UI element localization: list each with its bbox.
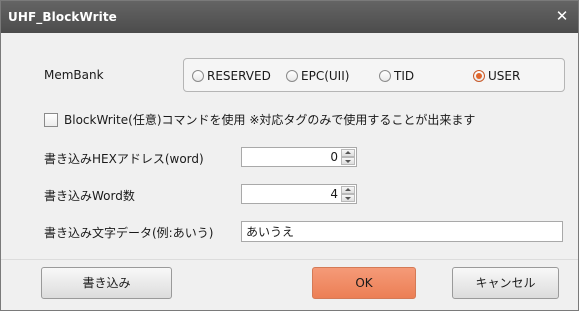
radio-user[interactable]: USER bbox=[473, 68, 520, 84]
membank-label: MemBank bbox=[44, 68, 104, 82]
radio-circle-icon bbox=[286, 70, 298, 82]
blockwrite-checkbox[interactable]: BlockWrite(任意)コマンドを使用 ※対応タグのみで使用することが出来ま… bbox=[44, 111, 475, 128]
write-button[interactable]: 書き込み bbox=[41, 267, 172, 299]
radio-circle-icon bbox=[379, 70, 391, 82]
radio-selected-icon bbox=[473, 70, 485, 82]
radio-reserved-label: RESERVED bbox=[207, 69, 271, 83]
chevron-up-icon bbox=[345, 188, 351, 191]
checkbox-icon[interactable] bbox=[44, 112, 58, 127]
membank-radio-group: RESERVED EPC(UII) TID USER bbox=[183, 58, 565, 92]
word-count-value[interactable]: 4 bbox=[330, 187, 338, 201]
hex-address-label: 書き込みHEXアドレス(word) bbox=[44, 152, 204, 166]
radio-user-label: USER bbox=[488, 69, 521, 83]
decrement-button[interactable] bbox=[341, 157, 355, 165]
increment-button[interactable] bbox=[341, 186, 355, 194]
word-count-spin-buttons bbox=[341, 186, 355, 202]
increment-button[interactable] bbox=[341, 149, 355, 157]
hex-address-spin-buttons bbox=[341, 149, 355, 165]
blockwrite-checkbox-label: BlockWrite(任意)コマンドを使用 ※対応タグのみで使用することが出来ま… bbox=[64, 113, 476, 127]
close-icon[interactable]: ✕ bbox=[550, 5, 574, 27]
radio-epc[interactable]: EPC(UII) bbox=[286, 68, 349, 84]
radio-reserved[interactable]: RESERVED bbox=[192, 68, 271, 84]
decrement-button[interactable] bbox=[341, 194, 355, 202]
footer-divider bbox=[1, 259, 578, 260]
chevron-down-icon bbox=[345, 160, 351, 163]
word-count-label: 書き込みWord数 bbox=[44, 189, 135, 203]
cancel-button[interactable]: キャンセル bbox=[452, 267, 559, 299]
radio-circle-icon bbox=[192, 70, 204, 82]
hex-address-value[interactable]: 0 bbox=[330, 150, 338, 164]
ok-button[interactable]: OK bbox=[312, 267, 416, 299]
word-count-stepper[interactable]: 4 bbox=[241, 184, 357, 204]
chevron-up-icon bbox=[345, 151, 351, 154]
radio-tid-label: TID bbox=[394, 69, 415, 83]
text-data-label: 書き込み文字データ(例:あいう) bbox=[44, 226, 214, 240]
text-data-input[interactable] bbox=[241, 221, 563, 242]
radio-tid[interactable]: TID bbox=[379, 68, 414, 84]
hex-address-stepper[interactable]: 0 bbox=[241, 147, 357, 167]
title-bar[interactable]: UHF_BlockWrite ✕ bbox=[1, 1, 578, 33]
window-title: UHF_BlockWrite bbox=[8, 10, 117, 24]
dialog-window: UHF_BlockWrite ✕ MemBank RESERVED EPC(UI… bbox=[0, 0, 579, 311]
chevron-down-icon bbox=[345, 197, 351, 200]
radio-epc-label: EPC(UII) bbox=[301, 69, 350, 83]
